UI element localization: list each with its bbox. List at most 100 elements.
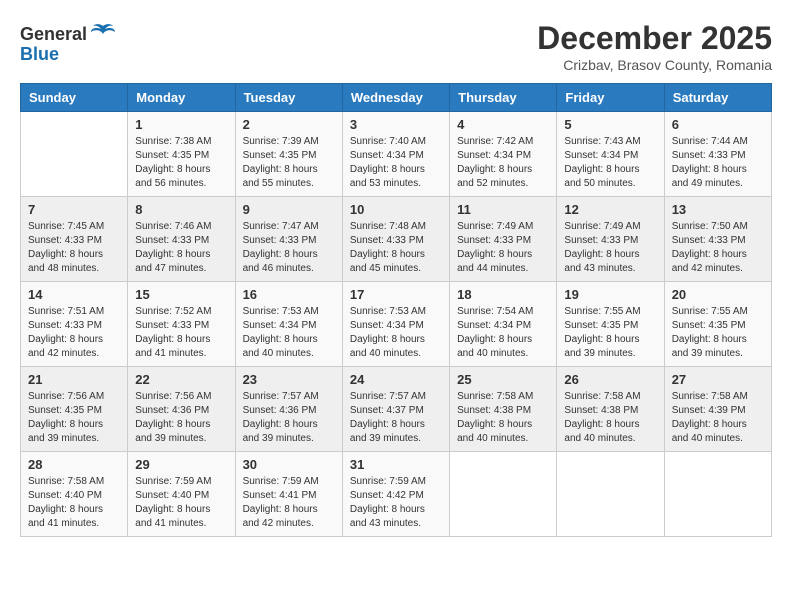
- day-info: Sunrise: 7:44 AMSunset: 4:33 PMDaylight:…: [672, 135, 764, 191]
- day-info: Sunrise: 7:48 AMSunset: 4:33 PMDaylight:…: [350, 220, 442, 276]
- day-info: Sunrise: 7:59 AMSunset: 4:41 PMDaylight:…: [243, 475, 335, 531]
- calendar-cell: 13Sunrise: 7:50 AMSunset: 4:33 PMDayligh…: [664, 197, 771, 282]
- calendar-cell: 21Sunrise: 7:56 AMSunset: 4:35 PMDayligh…: [21, 367, 128, 452]
- day-info: Sunrise: 7:58 AMSunset: 4:39 PMDaylight:…: [672, 390, 764, 446]
- calendar-cell: 22Sunrise: 7:56 AMSunset: 4:36 PMDayligh…: [128, 367, 235, 452]
- calendar-week-row: 14 Sunrise: 7:51 AMSunset: 4:33 PMDayligh…: [21, 282, 772, 367]
- day-info: Sunrise: 7:43 AMSunset: 4:34 PMDaylight:…: [564, 135, 656, 191]
- day-number: 1: [135, 117, 227, 132]
- calendar-cell: [21, 112, 128, 197]
- calendar-cell: 1 Sunrise: 7:38 AMSunset: 4:35 PMDaylight…: [128, 112, 235, 197]
- logo-general: General: [20, 24, 87, 45]
- day-number: 10: [350, 202, 442, 217]
- day-number: 18: [457, 287, 549, 302]
- day-number: 2: [243, 117, 335, 132]
- day-number: 20: [672, 287, 764, 302]
- day-number: 5: [564, 117, 656, 132]
- calendar-cell: 19Sunrise: 7:55 AMSunset: 4:35 PMDayligh…: [557, 282, 664, 367]
- day-number: 29: [135, 457, 227, 472]
- day-number: 23: [243, 372, 335, 387]
- calendar-cell: 16Sunrise: 7:53 AMSunset: 4:34 PMDayligh…: [235, 282, 342, 367]
- day-number: 14: [28, 287, 120, 302]
- calendar-week-row: 28 Sunrise: 7:58 AMSunset: 4:40 PMDayligh…: [21, 452, 772, 537]
- calendar-cell: 28 Sunrise: 7:58 AMSunset: 4:40 PMDayligh…: [21, 452, 128, 537]
- day-info: Sunrise: 7:38 AMSunset: 4:35 PMDaylight:…: [135, 135, 227, 191]
- calendar-cell: [450, 452, 557, 537]
- day-number: 26: [564, 372, 656, 387]
- calendar-cell: 31 Sunrise: 7:59 AMSunset: 4:42 PMDayligh…: [342, 452, 449, 537]
- day-info: Sunrise: 7:55 AMSunset: 4:35 PMDaylight:…: [564, 305, 656, 361]
- day-number: 9: [243, 202, 335, 217]
- calendar-cell: 8 Sunrise: 7:46 AMSunset: 4:33 PMDaylight…: [128, 197, 235, 282]
- day-info: Sunrise: 7:58 AMSunset: 4:40 PMDaylight:…: [28, 475, 120, 531]
- calendar-week-row: 21Sunrise: 7:56 AMSunset: 4:35 PMDayligh…: [21, 367, 772, 452]
- logo: General Blue: [20, 20, 117, 65]
- calendar-cell: 3 Sunrise: 7:40 AMSunset: 4:34 PMDaylight…: [342, 112, 449, 197]
- calendar-cell: 29 Sunrise: 7:59 AMSunset: 4:40 PMDayligh…: [128, 452, 235, 537]
- day-info: Sunrise: 7:39 AMSunset: 4:35 PMDaylight:…: [243, 135, 335, 191]
- day-number: 12: [564, 202, 656, 217]
- calendar-cell: 11 Sunrise: 7:49 AMSunset: 4:33 PMDayligh…: [450, 197, 557, 282]
- calendar-cell: 24Sunrise: 7:57 AMSunset: 4:37 PMDayligh…: [342, 367, 449, 452]
- day-info: Sunrise: 7:49 AMSunset: 4:33 PMDaylight:…: [564, 220, 656, 276]
- day-number: 31: [350, 457, 442, 472]
- day-number: 4: [457, 117, 549, 132]
- day-number: 6: [672, 117, 764, 132]
- weekday-header-monday: Monday: [128, 84, 235, 112]
- calendar-cell: 14 Sunrise: 7:51 AMSunset: 4:33 PMDayligh…: [21, 282, 128, 367]
- day-number: 17: [350, 287, 442, 302]
- day-number: 28: [28, 457, 120, 472]
- title-section: December 2025 Crizbav, Brasov County, Ro…: [537, 20, 772, 73]
- day-number: 30: [243, 457, 335, 472]
- day-info: Sunrise: 7:57 AMSunset: 4:37 PMDaylight:…: [350, 390, 442, 446]
- calendar-cell: [557, 452, 664, 537]
- day-number: 27: [672, 372, 764, 387]
- day-info: Sunrise: 7:50 AMSunset: 4:33 PMDaylight:…: [672, 220, 764, 276]
- weekday-header-tuesday: Tuesday: [235, 84, 342, 112]
- calendar-cell: [664, 452, 771, 537]
- calendar-cell: 4 Sunrise: 7:42 AMSunset: 4:34 PMDaylight…: [450, 112, 557, 197]
- day-number: 16: [243, 287, 335, 302]
- location-subtitle: Crizbav, Brasov County, Romania: [537, 57, 772, 73]
- weekday-header-row: SundayMondayTuesdayWednesdayThursdayFrid…: [21, 84, 772, 112]
- day-info: Sunrise: 7:42 AMSunset: 4:34 PMDaylight:…: [457, 135, 549, 191]
- day-info: Sunrise: 7:49 AMSunset: 4:33 PMDaylight:…: [457, 220, 549, 276]
- day-info: Sunrise: 7:59 AMSunset: 4:40 PMDaylight:…: [135, 475, 227, 531]
- day-info: Sunrise: 7:51 AMSunset: 4:33 PMDaylight:…: [28, 305, 120, 361]
- day-info: Sunrise: 7:46 AMSunset: 4:33 PMDaylight:…: [135, 220, 227, 276]
- calendar-cell: 26 Sunrise: 7:58 AMSunset: 4:38 PMDayligh…: [557, 367, 664, 452]
- day-info: Sunrise: 7:53 AMSunset: 4:34 PMDaylight:…: [350, 305, 442, 361]
- month-title: December 2025: [537, 20, 772, 57]
- calendar-cell: 9Sunrise: 7:47 AMSunset: 4:33 PMDaylight…: [235, 197, 342, 282]
- calendar-cell: 20 Sunrise: 7:55 AMSunset: 4:35 PMDayligh…: [664, 282, 771, 367]
- day-number: 8: [135, 202, 227, 217]
- calendar-week-row: 1 Sunrise: 7:38 AMSunset: 4:35 PMDaylight…: [21, 112, 772, 197]
- day-info: Sunrise: 7:40 AMSunset: 4:34 PMDaylight:…: [350, 135, 442, 191]
- weekday-header-wednesday: Wednesday: [342, 84, 449, 112]
- calendar-cell: 6 Sunrise: 7:44 AMSunset: 4:33 PMDaylight…: [664, 112, 771, 197]
- calendar-cell: 10 Sunrise: 7:48 AMSunset: 4:33 PMDayligh…: [342, 197, 449, 282]
- day-number: 11: [457, 202, 549, 217]
- calendar-cell: 12 Sunrise: 7:49 AMSunset: 4:33 PMDayligh…: [557, 197, 664, 282]
- calendar-cell: 25Sunrise: 7:58 AMSunset: 4:38 PMDayligh…: [450, 367, 557, 452]
- logo-bird-icon: [89, 20, 117, 48]
- day-number: 7: [28, 202, 120, 217]
- day-number: 15: [135, 287, 227, 302]
- calendar-week-row: 7 Sunrise: 7:45 AMSunset: 4:33 PMDaylight…: [21, 197, 772, 282]
- calendar-cell: 2 Sunrise: 7:39 AMSunset: 4:35 PMDaylight…: [235, 112, 342, 197]
- day-number: 22: [135, 372, 227, 387]
- day-info: Sunrise: 7:45 AMSunset: 4:33 PMDaylight:…: [28, 220, 120, 276]
- calendar-cell: 23 Sunrise: 7:57 AMSunset: 4:36 PMDayligh…: [235, 367, 342, 452]
- day-info: Sunrise: 7:57 AMSunset: 4:36 PMDaylight:…: [243, 390, 335, 446]
- day-info: Sunrise: 7:52 AMSunset: 4:33 PMDaylight:…: [135, 305, 227, 361]
- day-number: 3: [350, 117, 442, 132]
- day-info: Sunrise: 7:59 AMSunset: 4:42 PMDaylight:…: [350, 475, 442, 531]
- weekday-header-saturday: Saturday: [664, 84, 771, 112]
- day-info: Sunrise: 7:54 AMSunset: 4:34 PMDaylight:…: [457, 305, 549, 361]
- calendar-cell: 7 Sunrise: 7:45 AMSunset: 4:33 PMDaylight…: [21, 197, 128, 282]
- page-header: General Blue December 2025 Crizbav, Bras…: [20, 20, 772, 73]
- day-info: Sunrise: 7:55 AMSunset: 4:35 PMDaylight:…: [672, 305, 764, 361]
- calendar-cell: 5 Sunrise: 7:43 AMSunset: 4:34 PMDaylight…: [557, 112, 664, 197]
- day-info: Sunrise: 7:58 AMSunset: 4:38 PMDaylight:…: [564, 390, 656, 446]
- calendar-cell: 17 Sunrise: 7:53 AMSunset: 4:34 PMDayligh…: [342, 282, 449, 367]
